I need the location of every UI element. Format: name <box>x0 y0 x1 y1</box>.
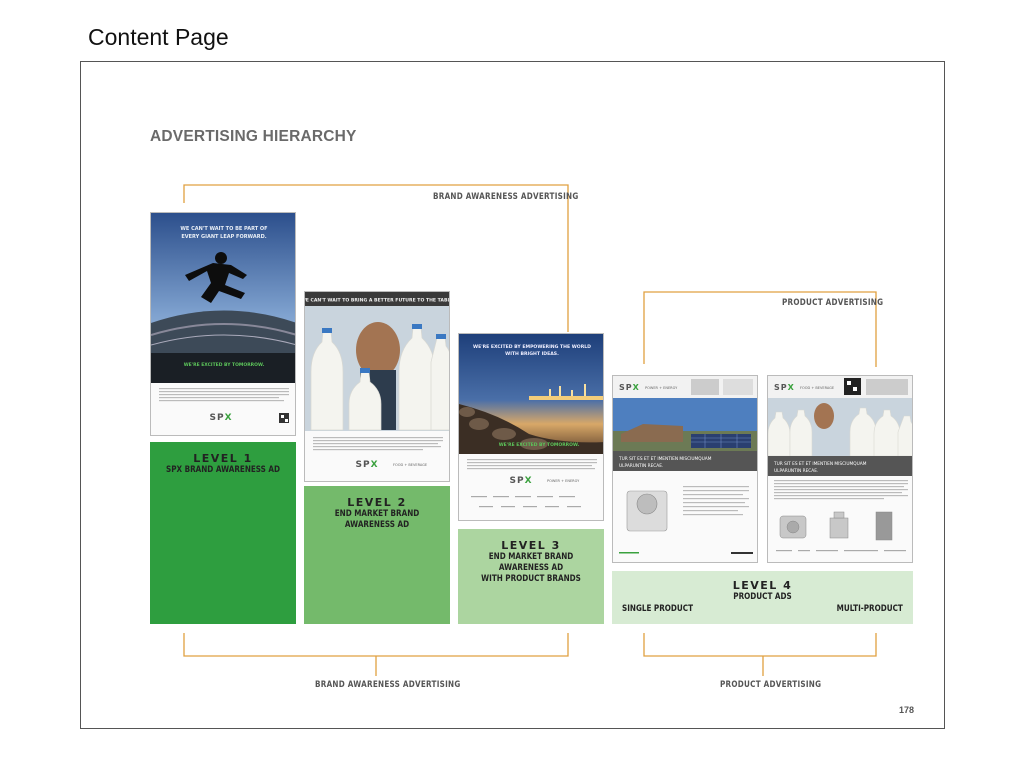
document-page: ADVERTISING HIERARCHY BRAND AWARENESS AD… <box>80 61 945 729</box>
svg-text:WE'RE EXCITED BY EMPOWERING TH: WE'RE EXCITED BY EMPOWERING THE WORLD <box>473 344 591 350</box>
level-4-single-label: SINGLE PRODUCT <box>622 604 694 614</box>
svg-text:TUR SIT ES ET ET IMENTIEN MISC: TUR SIT ES ET ET IMENTIEN MISCIUMQUAM <box>618 456 712 462</box>
level-3-number: LEVEL 3 <box>501 539 561 552</box>
level-4-description: PRODUCT ADS <box>733 592 792 602</box>
svg-text:WE CAN'T WAIT TO BRING A BETTE: WE CAN'T WAIT TO BRING A BETTER FUTURE T… <box>305 298 450 304</box>
bottom-brand-label: BRAND AWARENESS ADVERTISING <box>315 680 461 690</box>
svg-text:SPX: SPX <box>619 383 640 392</box>
ad-level-2: WE CAN'T WAIT TO BRING A BETTER FUTURE T… <box>304 291 450 482</box>
svg-text:ULPARUNTIN RECAE.: ULPARUNTIN RECAE. <box>774 468 818 474</box>
level-1-description: SPX BRAND AWARENESS AD <box>166 465 280 475</box>
level-3-description-line2: WITH PRODUCT BRANDS <box>481 574 581 584</box>
svg-text:SPX: SPX <box>509 476 532 486</box>
level-1-number: LEVEL 1 <box>193 452 253 465</box>
level-4-multi-label: MULTI-PRODUCT <box>836 604 903 614</box>
level-3-box: LEVEL 3 END MARKET BRAND AWARENESS AD WI… <box>458 529 604 624</box>
ad-level-4-multi: SPX FOOD + BEVERAGE TUR SIT ES ET ET IME… <box>767 375 913 563</box>
level-2-number: LEVEL 2 <box>347 496 407 509</box>
ad-level-2-artwork: WE CAN'T WAIT TO BRING A BETTER FUTURE T… <box>305 292 450 481</box>
top-brand-label: BRAND AWARENESS ADVERTISING <box>433 192 579 202</box>
level-1-box: LEVEL 1 SPX BRAND AWARENESS AD <box>150 442 296 624</box>
level-2-description: END MARKET BRAND AWARENESS AD <box>334 509 420 530</box>
svg-text:TUR SIT ES ET ET IMENTIEN MISC: TUR SIT ES ET ET IMENTIEN MISCIUMQUAM <box>773 461 867 467</box>
svg-text:ULPARUNTIN RECAE.: ULPARUNTIN RECAE. <box>619 463 663 469</box>
bottom-brand-bracket <box>183 633 569 657</box>
slide-title: Content Page <box>88 24 229 50</box>
svg-text:WE'RE EXCITED BY TOMORROW.: WE'RE EXCITED BY TOMORROW. <box>184 362 265 368</box>
ad-level-1-artwork: WE CAN'T WAIT TO BE PART OF EVERY GIANT … <box>151 213 295 435</box>
document-heading: ADVERTISING HIERARCHY <box>150 128 357 145</box>
svg-text:FOOD + BEVERAGE: FOOD + BEVERAGE <box>393 463 427 467</box>
ad-level-4-multi-artwork: SPX FOOD + BEVERAGE TUR SIT ES ET ET IME… <box>768 376 912 562</box>
level-2-box: LEVEL 2 END MARKET BRAND AWARENESS AD <box>304 486 450 624</box>
svg-text:FOOD + BEVERAGE: FOOD + BEVERAGE <box>800 386 834 390</box>
level-4-box: LEVEL 4 PRODUCT ADS SINGLE PRODUCT MULTI… <box>612 571 913 624</box>
level-3-description-line1: END MARKET BRAND AWARENESS AD <box>488 552 574 573</box>
ad-level-4-single: SPX POWER + ENERGY TUR SIT ES ET ET IMEN… <box>612 375 758 563</box>
page-number: 178 <box>898 705 914 715</box>
ad-level-3-artwork: WE'RE EXCITED BY EMPOWERING THE WORLD WI… <box>459 334 603 520</box>
svg-text:SPX: SPX <box>774 383 795 392</box>
svg-text:POWER + ENERGY: POWER + ENERGY <box>645 386 678 390</box>
svg-text:POWER + ENERGY: POWER + ENERGY <box>547 479 580 483</box>
svg-text:SPX: SPX <box>209 413 232 423</box>
svg-text:SPX: SPX <box>355 460 378 470</box>
svg-text:WE'RE EXCITED BY TOMORROW.: WE'RE EXCITED BY TOMORROW. <box>499 442 580 448</box>
ad-level-3: WE'RE EXCITED BY EMPOWERING THE WORLD WI… <box>458 333 604 521</box>
svg-text:WE CAN'T WAIT TO BE PART OF: WE CAN'T WAIT TO BE PART OF <box>180 226 267 232</box>
svg-text:EVERY GIANT LEAP FORWARD.: EVERY GIANT LEAP FORWARD. <box>181 234 266 240</box>
svg-text:WITH BRIGHT IDEAS.: WITH BRIGHT IDEAS. <box>505 351 559 357</box>
bottom-product-label: PRODUCT ADVERTISING <box>720 680 822 690</box>
level-4-number: LEVEL 4 <box>732 579 793 592</box>
ad-level-1: WE CAN'T WAIT TO BE PART OF EVERY GIANT … <box>150 212 296 436</box>
top-product-label: PRODUCT ADVERTISING <box>782 298 884 308</box>
bottom-product-bracket <box>643 633 877 657</box>
ad-level-4-single-artwork: SPX POWER + ENERGY TUR SIT ES ET ET IMEN… <box>613 376 757 562</box>
